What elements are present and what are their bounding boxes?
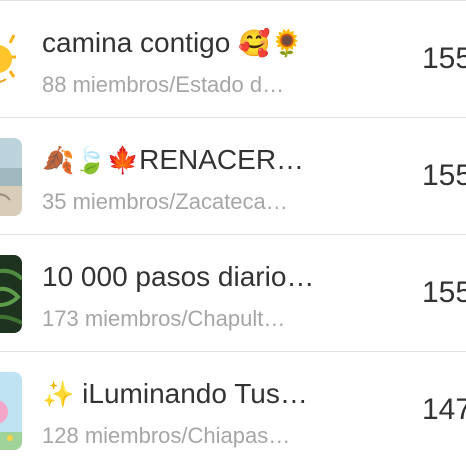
sun-icon [0, 21, 22, 99]
group-title: 10 000 pasos diario… [42, 261, 315, 292]
group-row[interactable]: 🍂🍃🍁RENACER… 35 miembros/Zacateca… 155 [0, 117, 466, 234]
title-emoji: 🍂🍃🍁 [42, 146, 140, 176]
group-subtitle: 35 miembros/Zacateca… [42, 189, 288, 214]
group-title: 🍂🍃🍁RENACER… [42, 144, 305, 176]
cartoon-pink-photo [0, 372, 22, 450]
title-emoji: 🥰🌻 [238, 29, 303, 59]
beach-photo [0, 138, 22, 216]
group-title: ✨ iLuminando Tus… [42, 378, 308, 410]
group-title: camina contigo 🥰🌻 [42, 27, 303, 59]
group-list: camina contigo 🥰🌻 88 miembros/Estado d… … [0, 0, 466, 466]
group-row[interactable]: ✨ iLuminando Tus… 128 miembros/Chiapas… … [0, 351, 466, 468]
group-count: 155 [422, 276, 466, 309]
title-emoji: ✨ [42, 380, 75, 410]
group-subtitle: 128 miembros/Chiapas… [42, 423, 291, 448]
group-row[interactable]: camina contigo 🥰🌻 88 miembros/Estado d… … [0, 0, 466, 117]
garden-maze-photo [0, 255, 22, 333]
group-subtitle: 173 miembros/Chapult… [42, 306, 286, 331]
group-count: 147 [422, 393, 466, 426]
group-count: 155 [422, 159, 466, 192]
group-subtitle: 88 miembros/Estado d… [42, 72, 285, 97]
group-count: 155 [422, 42, 466, 75]
group-row[interactable]: 10 000 pasos diario… 173 miembros/Chapul… [0, 234, 466, 351]
